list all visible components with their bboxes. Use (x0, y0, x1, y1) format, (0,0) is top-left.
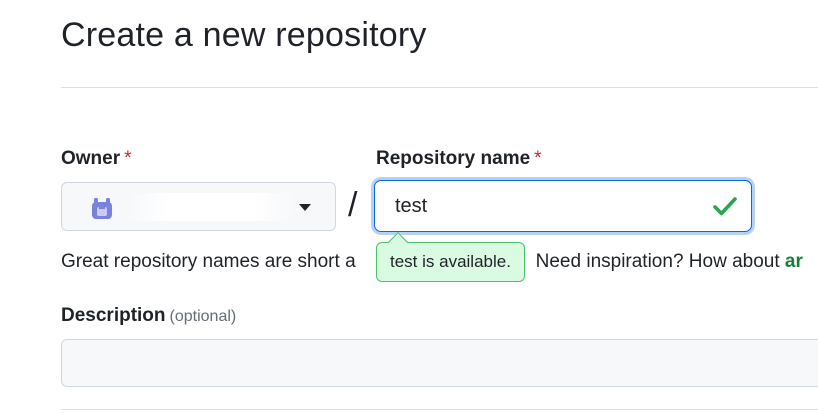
repository-name-label-text: Repository name (376, 148, 531, 169)
repository-name-label: Repository name * (376, 148, 542, 170)
repository-required-mark: * (534, 148, 542, 169)
name-suggestion-link[interactable]: ar (785, 251, 803, 272)
octocat-avatar-icon (92, 198, 112, 219)
section-divider (61, 409, 818, 410)
repository-name-field-wrapper (374, 180, 752, 232)
owner-repo-separator: / (348, 186, 358, 224)
owner-required-mark: * (124, 148, 132, 169)
create-repository-page: Create a new repository Owner * / Reposit… (0, 0, 818, 413)
owner-name-redacted (126, 193, 296, 221)
availability-tooltip: test is available. (376, 232, 525, 282)
availability-message: test is available. (390, 252, 511, 271)
tooltip-arrow (388, 232, 408, 252)
description-label: Description (optional) (61, 305, 236, 327)
repository-name-input[interactable] (375, 181, 751, 231)
check-icon (713, 197, 737, 216)
helper-text-end: Need inspiration? How about (535, 251, 785, 272)
helper-text-start: Great repository names are short a (61, 251, 356, 272)
chevron-down-icon (299, 204, 311, 211)
description-label-text: Description (61, 305, 166, 326)
page-title: Create a new repository (61, 16, 427, 54)
header-divider (61, 87, 818, 88)
owner-label-text: Owner (61, 148, 121, 169)
description-input[interactable] (61, 339, 818, 387)
description-optional-label: (optional) (169, 308, 237, 325)
owner-select[interactable] (61, 182, 336, 231)
owner-label: Owner * (61, 148, 132, 170)
